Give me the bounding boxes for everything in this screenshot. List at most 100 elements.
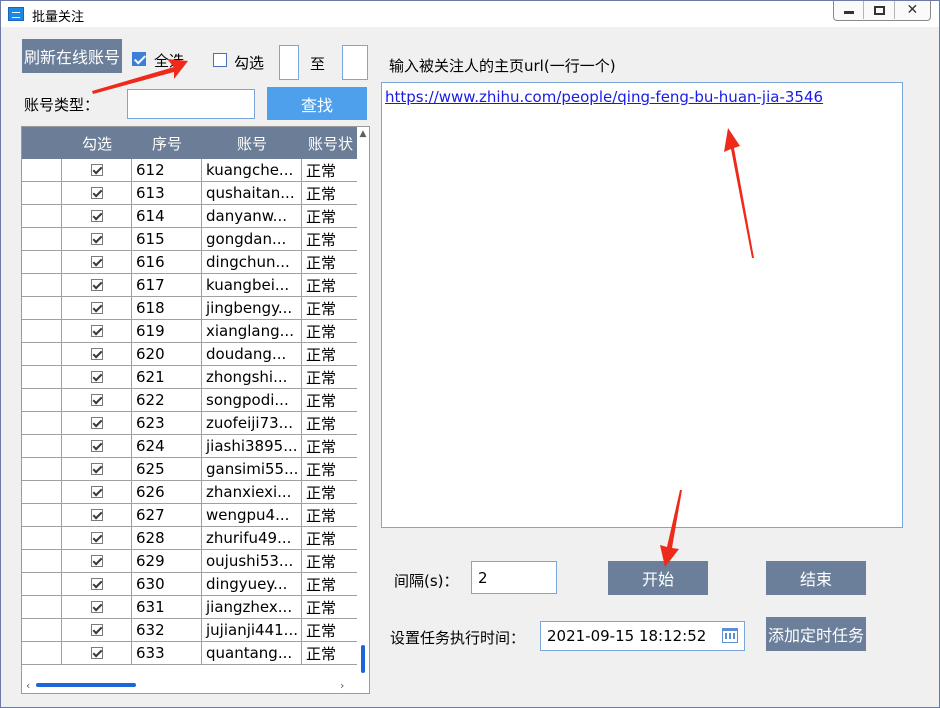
add-scheduled-task-button[interactable]: 添加定时任务 [766,617,866,651]
row-header-cell[interactable] [22,320,62,343]
table-row[interactable]: 629 oujushi53... 正常 [22,550,362,573]
end-button[interactable]: 结束 [766,561,866,595]
row-checkbox[interactable] [90,279,103,291]
row-check-cell[interactable] [62,320,132,343]
table-row[interactable]: 618 jingbengy... 正常 [22,297,362,320]
column-header-check[interactable]: 勾选 [62,127,132,159]
row-check-cell[interactable] [62,435,132,458]
row-checkbox[interactable] [90,256,103,268]
column-header-row-select[interactable] [22,127,62,159]
column-header-status[interactable]: 账号状 [302,127,362,159]
refresh-accounts-button[interactable]: 刷新在线账号 [22,39,122,73]
row-checkbox[interactable] [90,463,103,475]
row-header-cell[interactable] [22,527,62,550]
scroll-left-icon[interactable]: ‹ [26,679,30,692]
table-row[interactable]: 633 quantang... 正常 [22,642,362,665]
column-header-account[interactable]: 账号 [202,127,302,159]
row-checkbox[interactable] [90,578,103,590]
vertical-scrollbar[interactable]: ▲ [357,127,369,679]
account-type-input[interactable] [127,89,255,119]
row-header-cell[interactable] [22,159,62,182]
row-check-cell[interactable] [62,366,132,389]
url-textarea[interactable]: https://www.zhihu.com/people/qing-feng-b… [381,82,903,528]
row-checkbox[interactable] [90,164,103,176]
row-checkbox[interactable] [90,417,103,429]
table-row[interactable]: 615 gongdan... 正常 [22,228,362,251]
row-header-cell[interactable] [22,412,62,435]
row-checkbox[interactable] [90,348,103,360]
row-check-cell[interactable] [62,573,132,596]
row-check-cell[interactable] [62,619,132,642]
row-checkbox[interactable] [90,394,103,406]
row-header-cell[interactable] [22,389,62,412]
row-checkbox[interactable] [90,601,103,613]
row-check-cell[interactable] [62,412,132,435]
table-row[interactable]: 619 xianglang... 正常 [22,320,362,343]
row-header-cell[interactable] [22,435,62,458]
table-row[interactable]: 631 jiangzhex... 正常 [22,596,362,619]
table-row[interactable]: 614 danyanw... 正常 [22,205,362,228]
row-check-cell[interactable] [62,504,132,527]
row-header-cell[interactable] [22,573,62,596]
row-check-cell[interactable] [62,182,132,205]
row-check-cell[interactable] [62,228,132,251]
url-link[interactable]: https://www.zhihu.com/people/qing-feng-b… [385,88,823,106]
table-row[interactable]: 625 gansimi55... 正常 [22,458,362,481]
vertical-scroll-thumb[interactable] [361,645,365,673]
row-header-cell[interactable] [22,366,62,389]
horizontal-scrollbar[interactable]: ‹ › [22,679,369,693]
table-row[interactable]: 630 dingyuey... 正常 [22,573,362,596]
row-check-cell[interactable] [62,159,132,182]
maximize-button[interactable] [864,1,895,19]
table-row[interactable]: 627 wengpu4... 正常 [22,504,362,527]
select-all-checkbox[interactable] [132,52,146,66]
table-row[interactable]: 616 dingchun... 正常 [22,251,362,274]
row-check-cell[interactable] [62,343,132,366]
row-checkbox[interactable] [90,371,103,383]
row-checkbox[interactable] [90,647,103,659]
row-header-cell[interactable] [22,458,62,481]
column-header-index[interactable]: 序号 [132,127,202,159]
close-button[interactable]: ✕ [895,1,930,19]
row-header-cell[interactable] [22,481,62,504]
row-header-cell[interactable] [22,343,62,366]
row-checkbox[interactable] [90,509,103,521]
table-row[interactable]: 622 songpodi... 正常 [22,389,362,412]
row-check-cell[interactable] [62,205,132,228]
calendar-icon[interactable] [722,628,738,643]
row-check-cell[interactable] [62,297,132,320]
row-header-cell[interactable] [22,297,62,320]
row-check-cell[interactable] [62,458,132,481]
row-checkbox[interactable] [90,187,103,199]
table-row[interactable]: 620 doudang... 正常 [22,343,362,366]
row-check-cell[interactable] [62,642,132,665]
row-checkbox[interactable] [90,302,103,314]
row-checkbox[interactable] [90,210,103,222]
row-checkbox[interactable] [90,440,103,452]
row-check-cell[interactable] [62,527,132,550]
row-header-cell[interactable] [22,228,62,251]
row-check-cell[interactable] [62,251,132,274]
table-row[interactable]: 612 kuangche... 正常 [22,159,362,182]
row-checkbox[interactable] [90,486,103,498]
row-checkbox[interactable] [90,325,103,337]
row-header-cell[interactable] [22,550,62,573]
table-row[interactable]: 623 zuofeiji73... 正常 [22,412,362,435]
search-button[interactable]: 查找 [267,87,367,120]
table-row[interactable]: 621 zhongshi... 正常 [22,366,362,389]
table-row[interactable]: 626 zhanxiexi... 正常 [22,481,362,504]
table-row[interactable]: 628 zhurifu49... 正常 [22,527,362,550]
row-checkbox[interactable] [90,624,103,636]
table-row[interactable]: 624 jiashi3895... 正常 [22,435,362,458]
row-header-cell[interactable] [22,642,62,665]
row-check-cell[interactable] [62,389,132,412]
row-check-cell[interactable] [62,550,132,573]
scroll-up-icon[interactable]: ▲ [357,129,369,141]
horizontal-scroll-thumb[interactable] [36,683,136,687]
scroll-right-icon[interactable]: › [340,679,344,692]
row-check-cell[interactable] [62,596,132,619]
minimize-button[interactable] [834,1,865,19]
row-header-cell[interactable] [22,182,62,205]
row-header-cell[interactable] [22,504,62,527]
interval-input[interactable]: 2 [471,561,557,594]
